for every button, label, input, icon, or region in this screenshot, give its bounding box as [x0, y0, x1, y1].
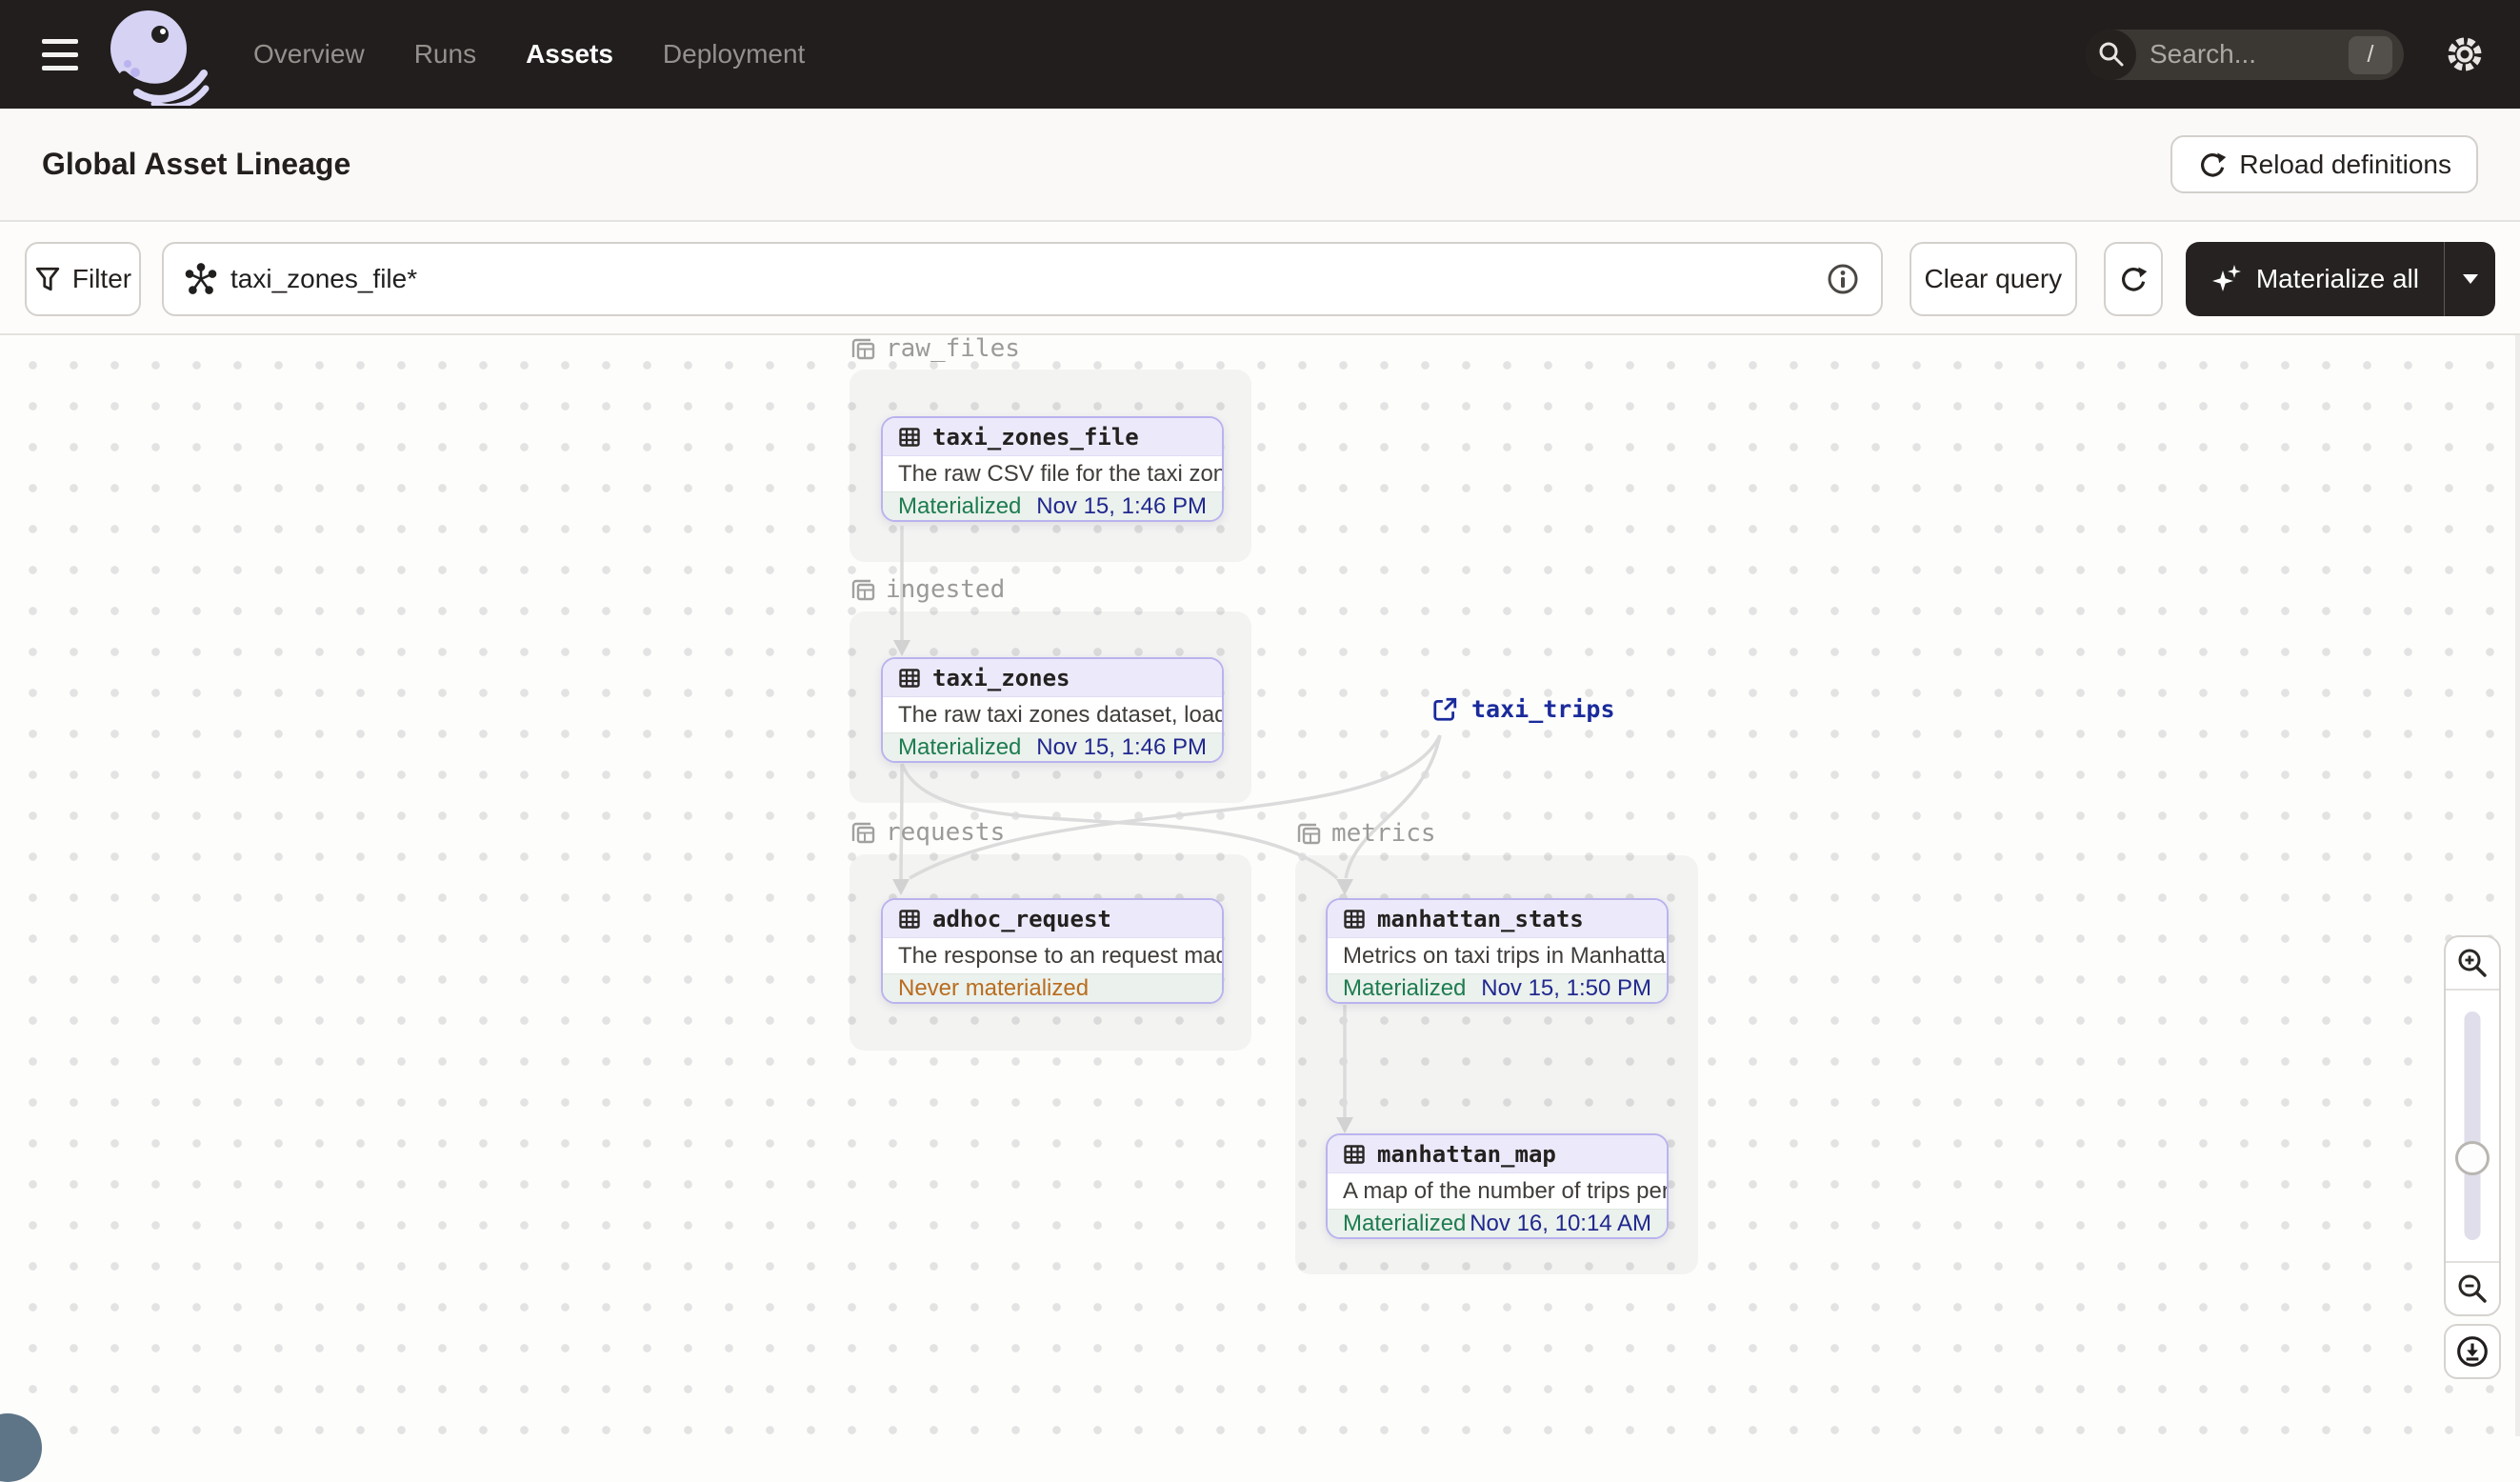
- nav-item-deployment[interactable]: Deployment: [663, 39, 805, 70]
- asset-node-description: The response to an request made in th...: [883, 938, 1222, 973]
- group-label-raw-files: raw_files: [850, 334, 1020, 363]
- asset-node-footer: Materialized Nov 16, 10:14 AM: [1328, 1209, 1667, 1237]
- asset-lineage-graph[interactable]: raw_files ingested requests metrics taxi…: [0, 334, 2520, 1482]
- asset-node-title: taxi_zones: [932, 664, 1070, 691]
- materialization-timestamp: Nov 15, 1:50 PM: [1481, 974, 1651, 1001]
- zoom-slider-handle[interactable]: [2455, 1141, 2490, 1175]
- hamburger-menu-icon[interactable]: [29, 21, 97, 88]
- asset-node-footer: Materialized Nov 15, 1:46 PM: [883, 732, 1222, 761]
- page-header: Global Asset Lineage Reload definitions: [0, 109, 2520, 222]
- asset-node-header: manhattan_stats: [1328, 900, 1667, 938]
- group-label-requests: requests: [850, 818, 1005, 847]
- materialize-all-split-button: Materialize all: [2185, 241, 2495, 316]
- status-badge: Materialized: [898, 492, 1022, 519]
- top-nav-bar: Overview Runs Assets Deployment /: [0, 0, 2520, 109]
- zoom-control-panel: [2444, 935, 2501, 1316]
- materialize-all-button[interactable]: Materialize all: [2186, 242, 2444, 316]
- status-badge: Materialized: [1343, 1210, 1467, 1236]
- asset-node-header: adhoc_request: [883, 900, 1222, 938]
- asset-query-field[interactable]: [162, 241, 1883, 316]
- group-grid-icon: [1297, 823, 1321, 845]
- dagster-logo-icon[interactable]: [99, 3, 213, 106]
- zoom-slider[interactable]: [2446, 991, 2499, 1261]
- asset-query-input[interactable]: [230, 263, 1826, 294]
- group-grid-icon: [851, 822, 875, 844]
- zoom-in-icon: [2458, 949, 2487, 977]
- group-grid-icon: [851, 579, 875, 601]
- materialize-options-caret[interactable]: [2444, 241, 2495, 316]
- materialization-timestamp: Nov 16, 10:14 AM: [1470, 1210, 1651, 1236]
- group-label-ingested: ingested: [850, 575, 1005, 604]
- table-icon: [899, 427, 920, 447]
- global-search[interactable]: /: [2086, 29, 2404, 80]
- asset-node-adhoc-request[interactable]: adhoc_request The response to an request…: [881, 898, 1224, 1004]
- op-selector-icon: [185, 262, 217, 294]
- nav-item-runs[interactable]: Runs: [414, 39, 476, 70]
- refresh-icon: [2121, 267, 2148, 291]
- table-icon: [899, 668, 920, 688]
- group-label-metrics: metrics: [1295, 819, 1436, 848]
- search-icon: [2086, 29, 2136, 80]
- table-icon: [1344, 1144, 1365, 1164]
- vertical-scrollbar: [2515, 335, 2520, 1436]
- asset-node-title: adhoc_request: [932, 905, 1111, 932]
- status-badge: Never materialized: [898, 974, 1090, 1001]
- status-badge: Materialized: [1343, 974, 1467, 1001]
- materialization-timestamp: Nov 15, 1:46 PM: [1036, 492, 1207, 519]
- asset-node-header: manhattan_map: [1328, 1135, 1667, 1173]
- corner-widget-sliver: [0, 1413, 42, 1482]
- table-icon: [899, 909, 920, 929]
- lineage-toolbar: Filter Clear query: [0, 224, 2520, 335]
- settings-gear-icon[interactable]: [2436, 26, 2493, 83]
- zoom-in-button[interactable]: [2446, 937, 2499, 991]
- nav-item-assets[interactable]: Assets: [526, 39, 613, 70]
- table-icon: [1344, 909, 1365, 929]
- asset-node-description: A map of the number of trips per taxi z.…: [1328, 1173, 1667, 1209]
- sparkle-icon: [2211, 264, 2241, 291]
- zoom-out-icon: [2458, 1274, 2487, 1303]
- asset-node-description: The raw taxi zones dataset, loaded int..…: [883, 697, 1222, 732]
- asset-node-taxi-zones[interactable]: taxi_zones The raw taxi zones dataset, l…: [881, 657, 1224, 763]
- asset-node-title: manhattan_map: [1377, 1140, 1556, 1168]
- asset-node-manhattan-stats[interactable]: manhattan_stats Metrics on taxi trips in…: [1326, 898, 1669, 1004]
- zoom-slider-track[interactable]: [2464, 1011, 2481, 1240]
- search-input[interactable]: [2150, 39, 2321, 70]
- asset-node-header: taxi_zones: [883, 659, 1222, 697]
- asset-node-footer: Materialized Nov 15, 1:46 PM: [883, 491, 1222, 520]
- external-asset-taxi-trips[interactable]: taxi_trips: [1431, 695, 1615, 723]
- primary-nav: Overview Runs Assets Deployment: [253, 39, 805, 70]
- zoom-out-button[interactable]: [2446, 1261, 2499, 1314]
- asset-node-header: taxi_zones_file: [883, 418, 1222, 456]
- nav-item-overview[interactable]: Overview: [253, 39, 365, 70]
- refresh-graph-button[interactable]: [2103, 241, 2163, 316]
- search-shortcut-badge: /: [2349, 35, 2392, 74]
- recenter-view-button[interactable]: [2444, 1324, 2501, 1379]
- asset-node-title: taxi_zones_file: [932, 423, 1139, 451]
- asset-node-taxi-zones-file[interactable]: taxi_zones_file The raw CSV file for the…: [881, 416, 1224, 522]
- filter-button[interactable]: Filter: [25, 241, 141, 316]
- open-in-new-icon: [1433, 697, 1457, 721]
- reload-definitions-button[interactable]: Reload definitions: [2170, 135, 2478, 193]
- asset-node-description: The raw CSV file for the taxi zones dat.…: [883, 456, 1222, 491]
- status-badge: Materialized: [898, 733, 1022, 760]
- page-title: Global Asset Lineage: [42, 147, 351, 181]
- asset-node-manhattan-map[interactable]: manhattan_map A map of the number of tri…: [1326, 1133, 1669, 1239]
- asset-node-title: manhattan_stats: [1377, 905, 1584, 932]
- asset-node-footer: Never materialized: [883, 973, 1222, 1002]
- clear-query-button[interactable]: Clear query: [1909, 241, 2077, 316]
- filter-funnel-icon: [35, 267, 60, 290]
- asset-node-footer: Materialized Nov 15, 1:50 PM: [1328, 973, 1667, 1002]
- refresh-icon: [2201, 152, 2227, 177]
- group-grid-icon: [851, 338, 875, 360]
- materialization-timestamp: Nov 15, 1:46 PM: [1036, 733, 1207, 760]
- recenter-icon: [2457, 1336, 2488, 1367]
- info-icon[interactable]: [1826, 262, 1860, 296]
- lineage-edges: [892, 526, 1442, 1133]
- asset-node-description: Metrics on taxi trips in Manhattan: [1328, 938, 1667, 973]
- chevron-down-icon: [2462, 273, 2478, 284]
